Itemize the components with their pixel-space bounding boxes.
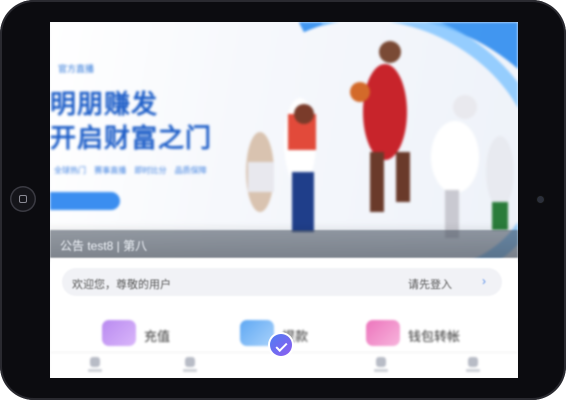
login-row[interactable]: 欢迎您，尊敬的用户 请先登入 › (62, 268, 502, 296)
withdraw-icon (240, 320, 274, 346)
app-screen: 官方直播 明朋赚发 开启财富之门 全球热门 赛事直播 即时比分 品质保障 公告 … (50, 22, 518, 378)
banner-tag: 官方直播 (58, 64, 95, 74)
deposit-label: 充值 (144, 329, 171, 344)
chevron-right-icon[interactable]: › (482, 274, 486, 288)
bottom-nav (50, 352, 518, 378)
nav-home-icon[interactable] (88, 357, 102, 372)
home-square-icon (19, 195, 27, 203)
deposit-icon (102, 320, 136, 346)
camera-icon (537, 196, 544, 203)
home-button[interactable] (10, 186, 36, 212)
banner-headline-1: 明朋赚发 (50, 89, 159, 119)
center-nav-button[interactable] (270, 334, 292, 356)
wallet-transfer-icon (366, 320, 400, 346)
hero-banner[interactable]: 官方直播 明朋赚发 开启财富之门 全球热门 赛事直播 即时比分 品质保障 (50, 22, 518, 262)
nav-service-icon[interactable] (374, 357, 388, 372)
login-link[interactable]: 请先登入 (408, 276, 452, 292)
login-card: 欢迎您，尊敬的用户 请先登入 › (50, 258, 518, 318)
announcement-bar[interactable]: 公告 test8 | 第八 (50, 230, 518, 258)
banner-subtitle: 全球热门 赛事直播 即时比分 品质保障 (54, 166, 207, 175)
nav-activity-icon[interactable] (183, 357, 197, 372)
banner-headline-2: 开启财富之门 (50, 123, 213, 153)
announcement-text: 公告 test8 | 第八 (60, 239, 148, 253)
banner-cta-button[interactable] (50, 192, 120, 210)
nav-profile-icon[interactable] (466, 357, 480, 372)
welcome-text: 欢迎您，尊敬的用户 (72, 279, 171, 291)
wallet-transfer-label: 钱包转帐 (408, 329, 461, 344)
